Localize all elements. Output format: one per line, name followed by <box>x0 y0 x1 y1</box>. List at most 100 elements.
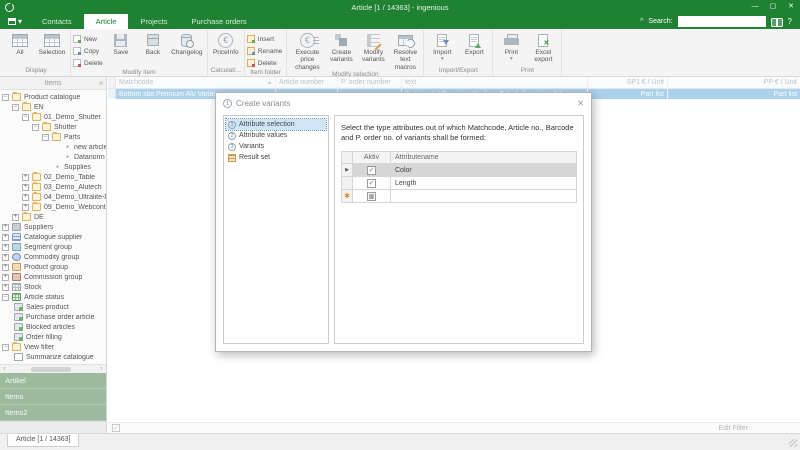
expand-node-icon[interactable]: + <box>22 183 29 191</box>
expand-node-icon[interactable]: + <box>22 193 29 201</box>
collapse-sidebar-icon[interactable]: « <box>99 77 103 90</box>
tree-item-04-demo-ultralite-doors[interactable]: +04_Demo_Ultralite-Doors <box>0 192 106 202</box>
table-row-new[interactable]: ✱ <box>342 190 576 204</box>
expand-node-icon[interactable]: + <box>22 173 29 181</box>
all-button[interactable]: All <box>4 30 36 56</box>
delete-folder-button[interactable]: Delete <box>246 57 283 69</box>
tree-item-stock[interactable]: + Stock <box>0 282 106 292</box>
priceinfo-button[interactable]: € PriceInfo <box>210 30 242 56</box>
insert-folder-button[interactable]: Insert <box>246 33 283 45</box>
tree-item-en[interactable]: − EN <box>0 102 106 112</box>
cell-active[interactable] <box>353 190 391 203</box>
app-menu-button[interactable]: ▾ <box>0 14 30 29</box>
scroll-left-icon[interactable]: ‹ <box>0 366 9 372</box>
expand-node-icon[interactable]: + <box>2 223 9 231</box>
print-button[interactable]: Print ▾ <box>495 30 527 63</box>
selection-button[interactable]: Selection <box>36 30 68 56</box>
tree-item-01-demo-shutter[interactable]: − 01_Demo_Shutter <box>0 112 106 122</box>
checkbox-icon[interactable] <box>14 353 23 361</box>
tree-item-de[interactable]: + DE <box>0 212 106 222</box>
column-header-attributename[interactable]: Attributename <box>391 152 576 163</box>
status-tab-article[interactable]: Article [1 / 14363] <box>7 434 80 447</box>
tree-item-suppliers[interactable]: + Suppliers <box>0 222 106 232</box>
expand-node-icon[interactable]: + <box>12 213 19 221</box>
maximize-button[interactable]: ▢ <box>764 0 782 14</box>
collapse-node-icon[interactable]: − <box>32 123 39 131</box>
tab-article[interactable]: Article <box>83 14 129 29</box>
cell-attributename[interactable]: Length <box>391 177 576 189</box>
expand-node-icon[interactable]: + <box>2 283 9 291</box>
import-button[interactable]: Import ▾ <box>426 30 458 63</box>
filter-checkbox-icon[interactable]: ✓ <box>112 424 120 432</box>
tree-item-supplies[interactable]: ● Supplies <box>0 162 106 172</box>
changelog-button[interactable]: Changelog <box>169 30 205 56</box>
checkbox-indeterminate[interactable] <box>367 191 376 201</box>
cell-attributename-empty[interactable] <box>391 190 576 202</box>
back-button[interactable]: Back <box>137 30 169 56</box>
table-row-color[interactable]: ▶ ✓ Color <box>342 164 576 178</box>
checkbox-checked[interactable]: ✓ <box>367 178 376 188</box>
tree-item-article-status[interactable]: − Article status <box>0 292 106 302</box>
tree-item-summarize-catalogue[interactable]: Summarize catalogue <box>0 352 106 362</box>
save-button[interactable]: Save <box>105 30 137 56</box>
checkbox-checked[interactable]: ✓ <box>367 165 376 175</box>
step-attribute-values[interactable]: 2 Attribute values <box>226 130 326 141</box>
tree-item-03-demo-alutech[interactable]: +03_Demo_Alutech <box>0 182 106 192</box>
table-row-length[interactable]: ✓ Length <box>342 177 576 191</box>
help-icon[interactable]: ? <box>788 17 792 26</box>
cell-attributename[interactable]: Color <box>391 164 576 176</box>
tree-item-view-filter[interactable]: − View filter <box>0 342 106 352</box>
tree-item-shutter[interactable]: − Shutter <box>0 122 106 132</box>
tree-item-new-articles[interactable]: ● new articles <box>0 142 106 152</box>
expand-node-icon[interactable]: + <box>2 273 9 281</box>
minimize-button[interactable]: — <box>746 0 764 14</box>
tree-item-product-group[interactable]: + Product group <box>0 262 106 272</box>
scroll-right-icon[interactable]: › <box>97 366 106 372</box>
column-header-p-order-number[interactable]: P. order number <box>338 77 402 88</box>
expand-node-icon[interactable]: + <box>2 233 9 241</box>
resize-grip[interactable] <box>789 439 797 447</box>
panel-button-artikel[interactable]: Artikel <box>0 373 106 389</box>
collapse-node-icon[interactable]: − <box>2 293 9 301</box>
column-header-sp1[interactable]: SP1 € / Unit <box>588 77 668 88</box>
delete-button[interactable]: Delete <box>73 57 103 69</box>
tree-item-commodity-group[interactable]: + Commodity group <box>0 252 106 262</box>
expand-node-icon[interactable]: + <box>2 253 9 261</box>
excel-export-button[interactable]: ✕ Excel export <box>527 30 559 64</box>
export-button[interactable]: Export <box>458 30 490 56</box>
modify-variants-button[interactable]: Modify variants <box>357 30 389 64</box>
tab-projects[interactable]: Projects <box>128 14 179 29</box>
tree-item-parts[interactable]: − Parts <box>0 132 106 142</box>
panel-button-items[interactable]: Items <box>0 389 106 405</box>
tree-item-product-catalogue[interactable]: − Product catalogue <box>0 92 106 102</box>
tree-item-purchase-order-article[interactable]: Purchase order article <box>0 312 106 322</box>
column-header-aktiv[interactable]: Aktiv <box>353 152 391 164</box>
binoculars-icon[interactable] <box>770 17 783 27</box>
collapse-ribbon-icon[interactable]: ^ <box>640 18 643 25</box>
column-header-text[interactable]: text <box>402 77 588 88</box>
sidebar-horizontal-scrollbar[interactable]: ‹ › <box>0 364 106 373</box>
close-button[interactable]: ✕ <box>782 0 800 14</box>
panel-button-items2[interactable]: Items2 <box>0 405 106 421</box>
search-input[interactable] <box>677 16 766 27</box>
tree-item-catalogue-supplier[interactable]: + Catalogue supplier <box>0 232 106 242</box>
rename-folder-button[interactable]: Rename <box>246 45 282 57</box>
tree-item-blocked-articles[interactable]: Blocked articles <box>0 322 106 332</box>
step-variants[interactable]: 3 Variants <box>226 141 326 152</box>
step-attribute-selection[interactable]: 1 Attribute selection <box>225 118 327 131</box>
tab-contacts[interactable]: Contacts <box>30 14 84 29</box>
collapse-node-icon[interactable]: − <box>2 93 9 101</box>
step-result-set[interactable]: Result set <box>226 152 326 163</box>
column-header-pp[interactable]: PP € / Unit <box>668 77 800 88</box>
scrollbar-thumb[interactable] <box>31 367 71 372</box>
tree-item-order-filling[interactable]: Order filling <box>0 332 106 342</box>
dialog-title-bar[interactable]: 1 Create variants ✕ <box>216 93 591 113</box>
create-variants-button[interactable]: Create variants <box>325 30 357 64</box>
resolve-text-macros-button[interactable]: Resolve text macros <box>389 30 421 71</box>
column-header-article-number[interactable]: Article number <box>276 77 338 88</box>
tab-purchase-orders[interactable]: Purchase orders <box>180 14 259 29</box>
expand-node-icon[interactable]: + <box>2 263 9 271</box>
collapse-node-icon[interactable]: − <box>2 343 9 351</box>
tree-item-segment-group[interactable]: + Segment group <box>0 242 106 252</box>
tree-item-sales-product[interactable]: Sales product <box>0 302 106 312</box>
